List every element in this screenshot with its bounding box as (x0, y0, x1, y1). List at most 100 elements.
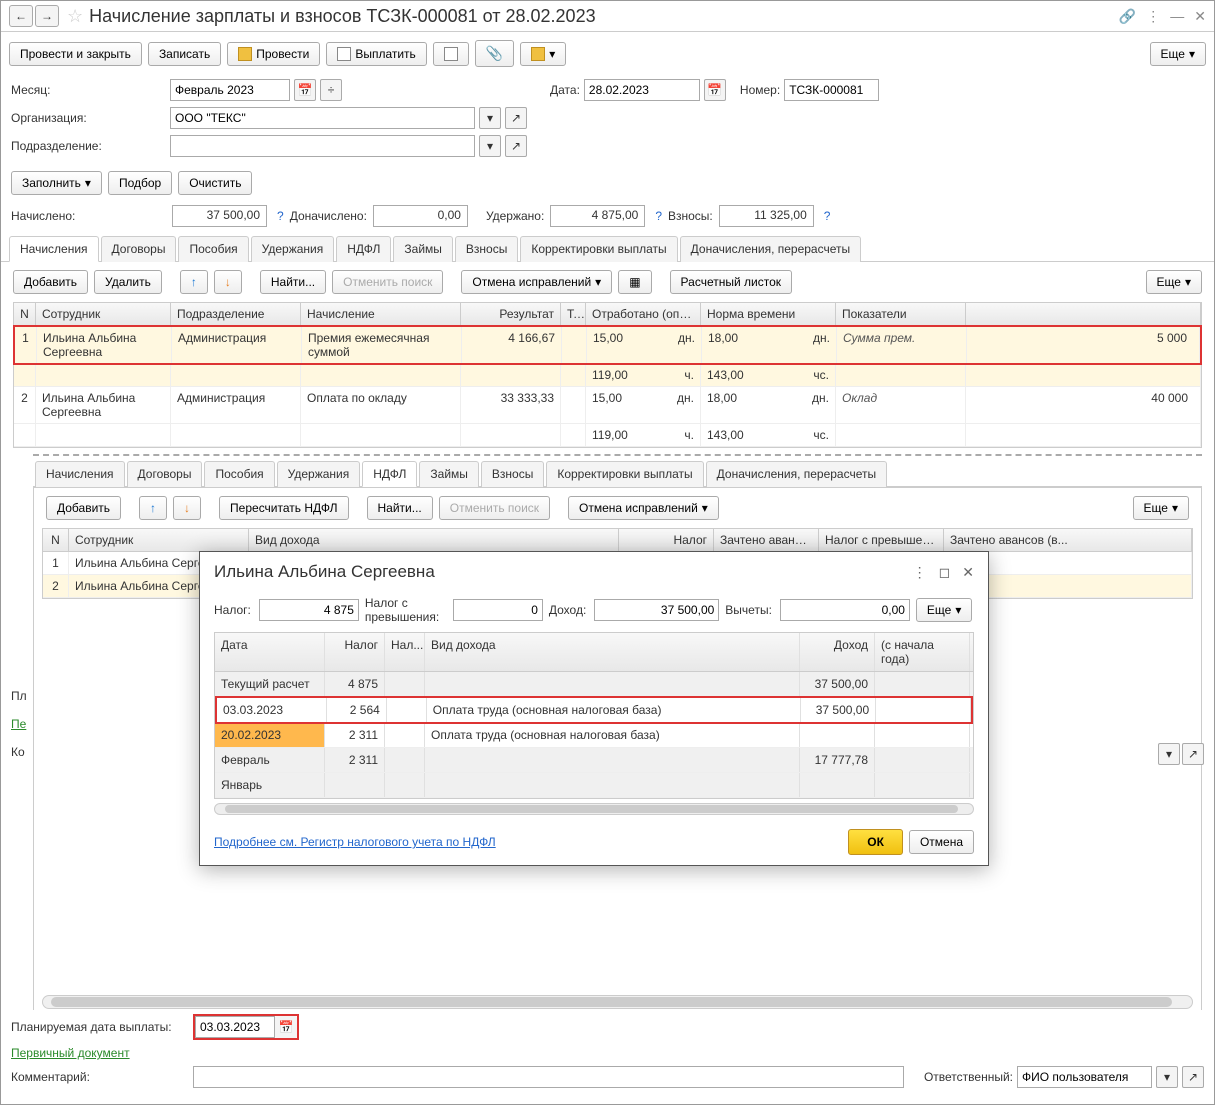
show-details-button[interactable]: ▦ (618, 270, 651, 294)
find-button[interactable]: Найти... (260, 270, 326, 294)
th-indicator-value[interactable] (966, 303, 1201, 325)
th-t[interactable]: Т... (561, 303, 586, 325)
save-button[interactable]: Записать (148, 42, 221, 66)
th-employee[interactable]: Сотрудник (36, 303, 171, 325)
nav-forward-button[interactable]: → (35, 5, 59, 27)
attachments-button[interactable]: 📎 (475, 40, 514, 67)
recalc-ndfl-button[interactable]: Пересчитать НДФЛ (219, 496, 348, 520)
org-dropdown-button[interactable]: ▾ (479, 107, 501, 129)
tab2-pay-corrections[interactable]: Корректировки выплаты (546, 461, 703, 487)
right-dropdown-button[interactable]: ▾ (1158, 743, 1180, 765)
org-open-button[interactable]: ↗ (505, 107, 527, 129)
fill-button[interactable]: Заполнить ▾ (11, 171, 102, 195)
month-spin-button[interactable]: ÷ (320, 79, 342, 101)
favorite-icon[interactable]: ☆ (67, 6, 83, 27)
report-button[interactable] (433, 42, 469, 66)
tab2-deductions[interactable]: Удержания (277, 461, 361, 487)
cancel-search-button[interactable]: Отменить поиск (332, 270, 443, 294)
right-open-button[interactable]: ↗ (1182, 743, 1204, 765)
ndfl-add-button[interactable]: Добавить (46, 496, 121, 520)
dialog-row[interactable]: 03.03.20232 564Оплата труда (основная на… (215, 696, 973, 724)
comment-input[interactable] (193, 1066, 904, 1088)
org-input[interactable] (170, 107, 475, 129)
tab2-loans[interactable]: Займы (419, 461, 479, 487)
tab-recalculations[interactable]: Доначисления, перерасчеты (680, 236, 861, 262)
payslip-button[interactable]: Расчетный листок (670, 270, 792, 294)
accruals-row[interactable]: 1Ильина Альбина СергеевнаАдминистрацияПр… (13, 325, 1202, 365)
ndfl-th-n[interactable]: N (43, 529, 69, 551)
dialog-ok-button[interactable]: ОК (848, 829, 903, 855)
dialog-maximize-icon[interactable]: ◻ (939, 564, 951, 581)
delete-button[interactable]: Удалить (94, 270, 162, 294)
dlg-deductions-input[interactable] (780, 599, 910, 621)
post-button[interactable]: Провести (227, 42, 320, 66)
dialog-close-icon[interactable]: ✕ (962, 564, 974, 581)
pay-button[interactable]: Выплатить (326, 42, 427, 66)
dialog-kebab-icon[interactable]: ⋮ (913, 564, 927, 581)
ndfl-th-employee[interactable]: Сотрудник (69, 529, 249, 551)
th-indicators[interactable]: Показатели (836, 303, 966, 325)
tab-deductions[interactable]: Удержания (251, 236, 335, 262)
move-up-button[interactable]: ↑ (180, 270, 208, 294)
dialog-row[interactable]: Январь (215, 773, 973, 798)
planned-date-input[interactable] (195, 1016, 275, 1038)
dialog-hscroll[interactable] (214, 803, 974, 815)
ndfl-th-tax[interactable]: Налог (619, 529, 714, 551)
primary-document-link[interactable]: Первичный документ (11, 1046, 130, 1060)
tab2-contracts[interactable]: Договоры (127, 461, 203, 487)
th-norm[interactable]: Норма времени (701, 303, 836, 325)
dlg-th-income-type[interactable]: Вид дохода (425, 633, 800, 671)
dlg-th-income[interactable]: Доход (800, 633, 875, 671)
more-accruals-button[interactable]: Еще ▾ (1146, 270, 1202, 294)
tab2-accruals[interactable]: Начисления (35, 461, 125, 487)
tab-loans[interactable]: Займы (393, 236, 453, 262)
ndfl-cancel-search-button[interactable]: Отменить поиск (439, 496, 550, 520)
tab-contributions[interactable]: Взносы (455, 236, 518, 262)
th-result[interactable]: Результат (461, 303, 561, 325)
tab-ndfl[interactable]: НДФЛ (336, 236, 391, 262)
minimize-icon[interactable]: — (1170, 8, 1184, 25)
tab-contracts[interactable]: Договоры (101, 236, 177, 262)
select-button[interactable]: Подбор (108, 171, 172, 195)
th-department[interactable]: Подразделение (171, 303, 301, 325)
accruals-row[interactable]: 2Ильина Альбина СергеевнаАдминистрацияОп… (14, 387, 1201, 424)
dlg-income-input[interactable] (594, 599, 719, 621)
tab2-recalculations[interactable]: Доначисления, перерасчеты (706, 461, 887, 487)
move-down-button[interactable]: ↓ (214, 270, 242, 294)
month-input[interactable] (170, 79, 290, 101)
dlg-more-button[interactable]: Еще ▾ (916, 598, 972, 622)
ndfl-find-button[interactable]: Найти... (367, 496, 433, 520)
dlg-tax-input[interactable] (259, 599, 359, 621)
kebab-icon[interactable]: ⋮ (1146, 8, 1160, 25)
date-input[interactable] (584, 79, 700, 101)
dept-open-button[interactable]: ↗ (505, 135, 527, 157)
dlg-th-tax[interactable]: Налог (325, 633, 385, 671)
ndfl-more-button[interactable]: Еще ▾ (1133, 496, 1189, 520)
post-and-close-button[interactable]: Провести и закрыть (9, 42, 142, 66)
dialog-row[interactable]: 20.02.20232 311Оплата труда (основная на… (215, 723, 973, 748)
withheld-help-icon[interactable]: ? (655, 209, 662, 223)
dlg-th-date[interactable]: Дата (215, 633, 325, 671)
ndfl-hscroll[interactable] (42, 995, 1193, 1009)
tab-benefits[interactable]: Пособия (178, 236, 248, 262)
tab-pay-corrections[interactable]: Корректировки выплаты (520, 236, 677, 262)
ndfl-move-up-button[interactable]: ↑ (139, 496, 167, 520)
tab2-benefits[interactable]: Пособия (204, 461, 274, 487)
responsible-input[interactable] (1017, 1066, 1152, 1088)
dlg-th-from-start[interactable]: (с начала года) (875, 633, 970, 671)
cancel-fix-button[interactable]: Отмена исправлений ▾ (461, 270, 612, 294)
aux-button[interactable]: ▾ (520, 42, 566, 66)
number-input[interactable] (784, 79, 879, 101)
ndfl-th-advance2[interactable]: Зачтено авансов (в... (944, 529, 1192, 551)
date-calendar-button[interactable]: 📅 (704, 79, 726, 101)
responsible-open-button[interactable]: ↗ (1182, 1066, 1204, 1088)
responsible-dropdown-button[interactable]: ▾ (1156, 1066, 1178, 1088)
th-n[interactable]: N (14, 303, 36, 325)
add-button[interactable]: Добавить (13, 270, 88, 294)
dept-dropdown-button[interactable]: ▾ (479, 135, 501, 157)
accrued-help-icon[interactable]: ? (277, 209, 284, 223)
link-icon[interactable]: 🔗 (1119, 8, 1136, 25)
nav-back-button[interactable]: ← (9, 5, 33, 27)
ndfl-th-advance[interactable]: Зачтено авансов (714, 529, 819, 551)
th-worked[interactable]: Отработано (опл... (586, 303, 701, 325)
